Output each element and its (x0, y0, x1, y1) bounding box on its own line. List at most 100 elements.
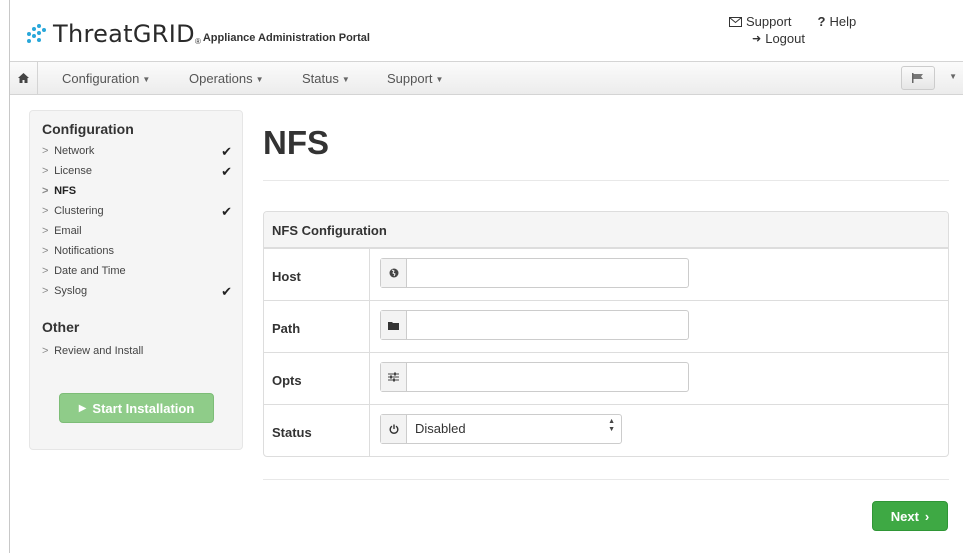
chevron-right-icon: › (924, 508, 930, 524)
opts-input[interactable] (407, 363, 688, 391)
next-button[interactable]: Next › (872, 501, 948, 531)
power-icon (381, 415, 407, 443)
sidebar-item-label: License (54, 165, 92, 177)
sidebar-item-syslog[interactable]: > Syslog ✔ (42, 284, 232, 299)
sidebar-item-nfs[interactable]: > NFS (42, 185, 232, 197)
help-link-label: Help (829, 14, 857, 29)
nav-support-label: Support (387, 71, 433, 86)
nav-status[interactable]: Status ▼ (302, 71, 350, 86)
flag-icon (912, 73, 923, 83)
chevron-right-icon: > (42, 345, 49, 357)
row-divider (369, 353, 370, 404)
logout-icon: ➜ (752, 33, 762, 45)
question-icon: ? (817, 14, 826, 29)
globe-icon (381, 259, 407, 287)
opts-label: Opts (272, 373, 302, 388)
sidebar-configuration-heading: Configuration (42, 121, 134, 137)
brand-name: ThreatGRID (53, 20, 195, 48)
host-row: Host (264, 248, 948, 300)
sidebar-item-license[interactable]: > License ✔ (42, 164, 232, 179)
nfs-config-panel: NFS Configuration Host Path Opts Status … (263, 211, 949, 457)
nav-support[interactable]: Support ▼ (387, 71, 443, 86)
support-link[interactable]: Support (729, 14, 792, 29)
chevron-right-icon: > (42, 205, 49, 217)
chevron-right-icon: > (42, 165, 49, 177)
status-select[interactable]: Disabled ▲ ▼ (380, 414, 622, 444)
chevron-right-icon: > (42, 265, 49, 277)
help-link[interactable]: ? Help (818, 14, 857, 29)
sidebar-item-network[interactable]: > Network ✔ (42, 144, 232, 159)
nav-operations[interactable]: Operations ▼ (189, 71, 264, 86)
sidebar-other-heading: Other (42, 319, 80, 335)
nav-status-label: Status (302, 71, 339, 86)
chevron-down-icon: ▼ (341, 75, 350, 84)
status-value-label: Disabled (415, 421, 466, 436)
main-navbar: Configuration ▼ Operations ▼ Status ▼ Suppo… (10, 61, 963, 95)
host-input[interactable] (407, 259, 688, 287)
host-input-group (380, 258, 689, 288)
support-link-label: Support (746, 14, 792, 29)
nav-operations-label: Operations (189, 71, 253, 86)
logout-link-label: Logout (765, 31, 805, 46)
chevron-right-icon: > (42, 185, 49, 197)
home-button[interactable] (10, 62, 38, 94)
next-button-label: Next (890, 508, 919, 524)
sidebar-item-date-and-time[interactable]: > Date and Time (42, 265, 232, 277)
sidebar-item-label: NFS (54, 185, 77, 197)
start-installation-button[interactable]: ▶ Start Installation (59, 393, 214, 423)
sidebar-item-label: Review and Install (54, 345, 144, 357)
sidebar-item-label: Date and Time (54, 265, 126, 277)
brand-trademark: ® (194, 37, 201, 46)
play-icon: ▶ (78, 402, 87, 414)
flag-dropdown-caret-icon[interactable]: ▼ (949, 72, 957, 81)
select-arrows-icon: ▲ ▼ (608, 418, 615, 433)
sidebar-item-label: Syslog (54, 285, 88, 297)
brand-subtitle: Appliance Administration Portal (202, 32, 370, 44)
page-title: NFS (263, 124, 329, 161)
nav-configuration-label: Configuration (62, 71, 140, 86)
status-row: Status Disabled ▲ ▼ (264, 404, 948, 456)
threatgrid-logo-mark (25, 24, 49, 46)
row-divider (369, 405, 370, 456)
nav-configuration[interactable]: Configuration ▼ (62, 71, 150, 86)
sidebar-item-email[interactable]: > Email (42, 225, 232, 237)
envelope-icon (729, 16, 742, 27)
status-label: Status (272, 425, 312, 440)
title-divider (263, 180, 949, 181)
start-installation-label: Start Installation (92, 400, 195, 416)
check-icon: ✔ (221, 164, 232, 179)
chevron-right-icon: > (42, 225, 49, 237)
sidebar-item-clustering[interactable]: > Clustering ✔ (42, 204, 232, 219)
chevron-right-icon: > (42, 245, 49, 257)
sidebar-item-label: Network (54, 145, 95, 157)
setup-sidebar: Configuration > Network ✔ > License ✔ > NF… (29, 110, 243, 450)
check-icon: ✔ (221, 144, 232, 159)
sidebar-item-label: Clustering (54, 205, 104, 217)
path-input[interactable] (407, 311, 688, 339)
path-input-group (380, 310, 689, 340)
home-icon (18, 73, 29, 83)
bottom-divider (263, 479, 949, 480)
chevron-right-icon: > (42, 145, 49, 157)
logout-link[interactable]: ➜ Logout (752, 31, 805, 46)
path-label: Path (272, 321, 301, 336)
panel-title: NFS Configuration (264, 212, 948, 248)
chevron-right-icon: > (42, 285, 49, 297)
opts-input-group (380, 362, 689, 392)
chevron-down-icon: ▼ (435, 75, 444, 84)
language-flag-button[interactable] (901, 66, 935, 90)
top-links: Support ? Help ➜ Logout (729, 14, 856, 46)
opts-row: Opts (264, 352, 948, 404)
chevron-down-icon: ▼ (255, 75, 264, 84)
row-divider (369, 249, 370, 300)
chevron-down-icon: ▼ (142, 75, 151, 84)
sliders-icon (381, 363, 407, 391)
sidebar-item-notifications[interactable]: > Notifications (42, 245, 232, 257)
sidebar-item-review-and-install[interactable]: > Review and Install (42, 345, 232, 357)
folder-icon (381, 311, 407, 339)
path-row: Path (264, 300, 948, 352)
status-select-value[interactable]: Disabled ▲ ▼ (407, 415, 621, 443)
sidebar-item-label: Notifications (54, 245, 114, 257)
host-label: Host (272, 269, 301, 284)
check-icon: ✔ (221, 204, 232, 219)
